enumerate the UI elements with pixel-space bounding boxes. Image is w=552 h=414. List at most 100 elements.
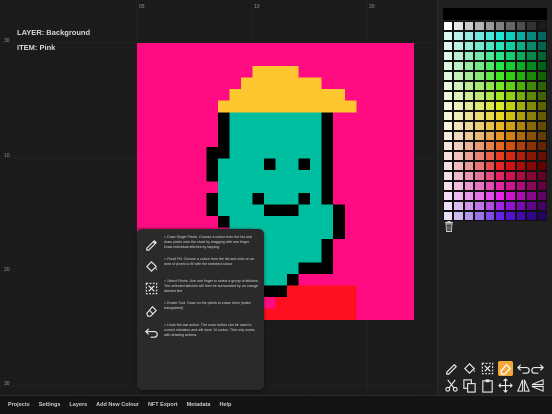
colour-swatch[interactable]	[526, 121, 537, 131]
colour-swatch[interactable]	[443, 101, 454, 111]
colour-swatch[interactable]	[494, 111, 506, 121]
copy-button[interactable]	[462, 378, 477, 393]
colour-swatch[interactable]	[526, 101, 537, 111]
colour-swatch[interactable]	[463, 61, 475, 71]
colour-swatch[interactable]	[494, 31, 506, 41]
colour-swatch[interactable]	[484, 121, 495, 131]
colour-swatch[interactable]	[505, 91, 516, 101]
menu-nft-export[interactable]: NFT Export	[148, 402, 178, 408]
colour-swatch[interactable]	[443, 131, 454, 141]
colour-swatch[interactable]	[494, 201, 506, 211]
colour-swatch[interactable]	[453, 171, 464, 181]
colour-swatch[interactable]	[443, 91, 454, 101]
colour-swatch[interactable]	[463, 121, 475, 131]
move-button[interactable]	[498, 378, 513, 393]
colour-swatch[interactable]	[536, 51, 547, 61]
colour-swatch[interactable]	[443, 81, 454, 91]
colour-swatch[interactable]	[536, 61, 547, 71]
colour-swatch[interactable]	[515, 201, 527, 211]
colour-swatch[interactable]	[474, 201, 485, 211]
colour-swatch[interactable]	[526, 41, 537, 51]
colour-swatch[interactable]	[463, 111, 475, 121]
menu-metadata[interactable]: Metadata	[187, 402, 211, 408]
colour-swatch[interactable]	[536, 91, 547, 101]
colour-swatch[interactable]	[484, 131, 495, 141]
colour-swatch[interactable]	[484, 111, 495, 121]
colour-swatch[interactable]	[505, 121, 516, 131]
colour-swatch[interactable]	[443, 21, 454, 31]
colour-swatch[interactable]	[443, 211, 454, 221]
colour-swatch[interactable]	[526, 181, 537, 191]
colour-swatch[interactable]	[526, 211, 537, 221]
colour-swatch[interactable]	[505, 211, 516, 221]
colour-swatch[interactable]	[536, 21, 547, 31]
colour-swatch[interactable]	[463, 71, 475, 81]
colour-swatch[interactable]	[463, 41, 475, 51]
colour-swatch[interactable]	[443, 71, 454, 81]
eraser-tool[interactable]	[498, 361, 513, 376]
pencil-tool[interactable]	[444, 361, 459, 376]
colour-swatch[interactable]	[484, 141, 495, 151]
colour-swatch[interactable]	[494, 131, 506, 141]
colour-swatch[interactable]	[494, 101, 506, 111]
colour-swatch[interactable]	[453, 121, 464, 131]
flip-horizontal-button[interactable]	[516, 378, 531, 393]
colour-swatch[interactable]	[536, 131, 547, 141]
redo-button[interactable]	[530, 361, 544, 376]
colour-swatch[interactable]	[536, 101, 547, 111]
colour-swatch[interactable]	[505, 31, 516, 41]
colour-swatch[interactable]	[505, 111, 516, 121]
colour-swatch[interactable]	[536, 41, 547, 51]
colour-swatch[interactable]	[474, 181, 485, 191]
colour-swatch[interactable]	[453, 111, 464, 121]
colour-swatch[interactable]	[443, 191, 454, 201]
colour-swatch[interactable]	[474, 131, 485, 141]
colour-swatch[interactable]	[484, 161, 495, 171]
colour-swatch[interactable]	[515, 61, 527, 71]
colour-swatch[interactable]	[463, 141, 475, 151]
colour-swatch[interactable]	[505, 131, 516, 141]
colour-swatch[interactable]	[484, 51, 495, 61]
colour-swatch[interactable]	[453, 31, 464, 41]
colour-swatch[interactable]	[484, 61, 495, 71]
selected-colour-bar[interactable]	[443, 8, 547, 20]
colour-swatch[interactable]	[536, 201, 547, 211]
colour-swatch[interactable]	[505, 41, 516, 51]
colour-swatch[interactable]	[526, 141, 537, 151]
colour-swatch[interactable]	[505, 81, 516, 91]
colour-swatch[interactable]	[463, 151, 475, 161]
colour-swatch[interactable]	[474, 81, 485, 91]
colour-swatch[interactable]	[474, 91, 485, 101]
colour-swatch[interactable]	[526, 91, 537, 101]
colour-swatch[interactable]	[443, 31, 454, 41]
colour-swatch[interactable]	[463, 131, 475, 141]
colour-swatch[interactable]	[453, 201, 464, 211]
colour-swatch[interactable]	[526, 21, 537, 31]
colour-swatch[interactable]	[536, 141, 547, 151]
colour-swatch[interactable]	[505, 101, 516, 111]
colour-swatch[interactable]	[474, 101, 485, 111]
colour-swatch[interactable]	[484, 91, 495, 101]
colour-swatch[interactable]	[463, 201, 475, 211]
colour-swatch[interactable]	[494, 41, 506, 51]
colour-swatch[interactable]	[526, 111, 537, 121]
menu-layers[interactable]: Layers	[69, 402, 87, 408]
colour-swatch[interactable]	[484, 71, 495, 81]
colour-swatch[interactable]	[526, 201, 537, 211]
colour-swatch[interactable]	[526, 71, 537, 81]
undo-button[interactable]	[516, 361, 531, 376]
colour-swatch[interactable]	[536, 181, 547, 191]
colour-swatch[interactable]	[443, 151, 454, 161]
colour-swatch[interactable]	[494, 21, 506, 31]
colour-swatch[interactable]	[494, 141, 506, 151]
colour-swatch[interactable]	[515, 31, 527, 41]
colour-swatch[interactable]	[526, 171, 537, 181]
colour-swatch[interactable]	[463, 171, 475, 181]
colour-swatch[interactable]	[453, 181, 464, 191]
colour-swatch[interactable]	[494, 81, 506, 91]
colour-swatch[interactable]	[474, 71, 485, 81]
colour-swatch[interactable]	[494, 91, 506, 101]
colour-swatch[interactable]	[453, 41, 464, 51]
colour-swatch[interactable]	[484, 211, 495, 221]
colour-swatch[interactable]	[453, 131, 464, 141]
